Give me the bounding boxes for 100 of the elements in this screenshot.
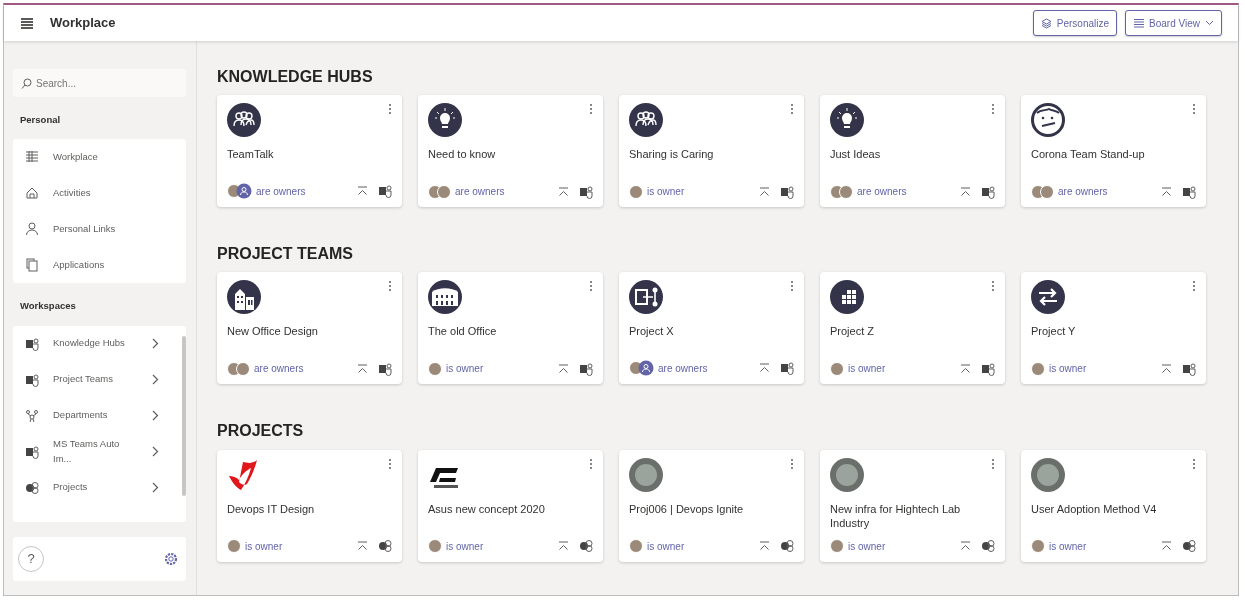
collapse-up-icon[interactable] [759,186,770,197]
owners-link[interactable]: are owners [857,184,907,200]
workspace-card[interactable]: Sharing is Caring is owner [619,95,804,208]
owners-link[interactable]: is owner [245,538,283,554]
card-title: Corona Team Stand-up [1031,147,1146,162]
project-icon [25,480,39,495]
more-options-icon[interactable] [790,103,794,116]
owners-link[interactable]: is owner [446,361,484,377]
project-icon[interactable] [1182,539,1196,554]
search-field[interactable]: Search... [13,69,186,97]
teams-icon[interactable] [1182,184,1196,199]
sidebar-item[interactable]: Workplace [13,139,186,176]
card-title: Need to know [428,147,497,162]
workspace-card[interactable]: The old Office is owner [418,272,603,385]
teams-icon[interactable] [378,184,392,199]
owners-link[interactable]: is owner [1049,361,1087,377]
section-title: PROJECT TEAMS [217,244,354,264]
collapse-up-icon[interactable] [960,363,971,374]
teams-icon[interactable] [780,184,794,199]
sidebar-item[interactable]: Personal Links [13,211,186,248]
owners-link[interactable]: is owner [647,538,685,554]
teams-icon[interactable] [981,361,995,376]
help-button[interactable]: ? [18,545,44,572]
owners-link[interactable]: is owner [848,361,886,377]
teams-icon[interactable] [981,184,995,199]
collapse-up-icon[interactable] [759,363,770,374]
sidebar-item[interactable]: Departments [13,397,186,434]
sidebar-item[interactable]: Projects [13,469,186,506]
collapse-up-icon[interactable] [759,541,770,552]
owners-link[interactable]: are owners [658,360,708,376]
more-options-icon[interactable] [1192,103,1196,116]
more-options-icon[interactable] [991,280,995,293]
collapse-up-icon[interactable] [357,541,368,552]
workspace-card[interactable]: Just Ideas are owners [820,95,1005,208]
workspace-card[interactable]: Project Y is owner [1021,272,1206,385]
collapse-up-icon[interactable] [558,186,569,197]
workspace-card[interactable]: Devops IT Design is owner [217,449,402,562]
collapse-up-icon[interactable] [1161,186,1172,197]
owners-link[interactable]: is owner [1049,538,1087,554]
photo-placeholder [629,457,663,492]
teams-icon[interactable] [1182,361,1196,376]
owners-link[interactable]: is owner [446,538,484,554]
project-icon[interactable] [378,539,392,554]
more-options-icon[interactable] [790,280,794,293]
more-options-icon[interactable] [790,457,794,470]
teams-icon[interactable] [378,361,392,376]
workspace-card[interactable]: Corona Team Stand-up are owners [1021,95,1206,208]
workspace-card[interactable]: Need to know are owners [418,95,603,208]
collapse-up-icon[interactable] [1161,363,1172,374]
owners-link[interactable]: are owners [256,183,306,199]
workspace-card[interactable]: New infra for Hightech Lab Industry is owner [820,449,1005,562]
collapse-up-icon[interactable] [558,363,569,374]
more-options-icon[interactable] [589,103,593,116]
sidebar-item[interactable]: Activities [13,175,186,212]
settings-icon[interactable] [164,551,178,566]
owners-link[interactable]: is owner [848,538,886,554]
collapse-up-icon[interactable] [558,541,569,552]
sidebar-item[interactable]: Project Teams [13,361,186,398]
more-options-icon[interactable] [589,457,593,470]
more-options-icon[interactable] [589,280,593,293]
owners-link[interactable]: are owners [1058,184,1108,200]
more-options-icon[interactable] [388,457,392,470]
sidebar-item[interactable]: MS Teams Auto Im... [13,433,186,470]
owners-link[interactable]: are owners [254,361,304,377]
scrollbar[interactable] [182,335,186,496]
collapse-up-icon[interactable] [960,541,971,552]
more-options-icon[interactable] [1192,457,1196,470]
toolbar-button[interactable]: Board View [1125,10,1222,36]
workspace-card[interactable]: Asus new concept 2020 is owner [418,449,603,562]
collapse-up-icon[interactable] [357,363,368,374]
teams-icon[interactable] [780,361,794,376]
owners-link[interactable]: is owner [647,184,685,200]
workspace-card[interactable]: Project X are owners [619,272,804,385]
more-options-icon[interactable] [991,457,995,470]
workspace-card[interactable]: User Adoption Method V4 is owner [1021,449,1206,562]
swap-arrows-icon [1031,280,1065,315]
workspace-card[interactable]: TeamTalk are owners [217,95,402,208]
more-options-icon[interactable] [388,280,392,293]
more-options-icon[interactable] [1192,280,1196,293]
toolbar-button[interactable]: Personalize [1032,10,1118,36]
sidebar-item[interactable]: Applications [13,247,186,284]
chevron-right-icon [152,338,159,349]
collapse-up-icon[interactable] [960,186,971,197]
workspace-card[interactable]: New Office Design are owners [217,272,402,385]
sidebar-item[interactable]: Knowledge Hubs [13,325,186,362]
teams-icon[interactable] [579,184,593,199]
more-options-icon[interactable] [991,103,995,116]
teams-icon[interactable] [579,361,593,376]
avatar-placeholder [227,539,241,554]
project-icon[interactable] [780,539,794,554]
workspace-card[interactable]: Proj006 | Devops Ignite is owner [619,449,804,562]
people-icon [25,408,39,423]
collapse-up-icon[interactable] [1161,541,1172,552]
collapse-up-icon[interactable] [357,186,368,197]
workspace-card[interactable]: Project Z is owner [820,272,1005,385]
project-icon[interactable] [579,539,593,554]
more-options-icon[interactable] [388,103,392,116]
owners-link[interactable]: are owners [455,184,505,200]
menu-icon[interactable] [20,17,34,29]
project-icon[interactable] [981,539,995,554]
